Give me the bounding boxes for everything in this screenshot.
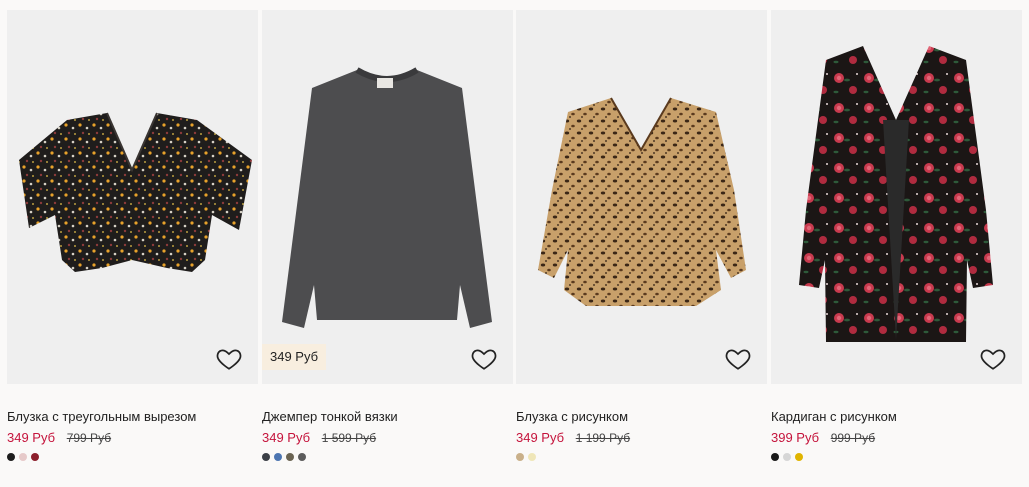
color-swatch[interactable]: [31, 453, 39, 461]
old-price: 1 599 Руб: [321, 431, 377, 445]
sale-price: 349 Руб: [7, 430, 56, 445]
heart-icon[interactable]: [725, 346, 751, 372]
product-card[interactable]: Блузка с рисунком 349 Руб 1 199 Руб: [516, 10, 767, 480]
product-card[interactable]: Блузка с треугольным вырезом 349 Руб 799…: [7, 10, 258, 480]
color-swatches: [516, 453, 536, 461]
product-prices: 349 Руб 1 599 Руб: [262, 430, 376, 445]
color-swatch[interactable]: [262, 453, 270, 461]
color-swatch[interactable]: [771, 453, 779, 461]
product-prices: 399 Руб 999 Руб: [771, 430, 875, 445]
color-swatch[interactable]: [19, 453, 27, 461]
heart-icon[interactable]: [980, 346, 1006, 372]
color-swatch[interactable]: [286, 453, 294, 461]
color-swatch[interactable]: [528, 453, 536, 461]
color-swatches: [262, 453, 306, 461]
sale-price: 349 Руб: [262, 430, 311, 445]
product-title[interactable]: Блузка с рисунком: [516, 409, 628, 424]
product-image[interactable]: [7, 10, 258, 384]
color-swatch[interactable]: [516, 453, 524, 461]
color-swatches: [771, 453, 803, 461]
product-image[interactable]: [516, 10, 767, 384]
grey-sweater-image: [282, 67, 492, 328]
old-price: 999 Руб: [830, 431, 876, 445]
product-grid: Блузка с треугольным вырезом 349 Руб 799…: [7, 10, 1022, 480]
product-card[interactable]: Кардиган с рисунком 399 Руб 999 Руб: [771, 10, 1022, 480]
heart-icon[interactable]: [471, 346, 497, 372]
product-title[interactable]: Джемпер тонкой вязки: [262, 409, 398, 424]
floral-cardigan-image: [799, 46, 993, 342]
product-image[interactable]: [771, 10, 1022, 384]
floral-blouse-image: [19, 112, 252, 272]
old-price: 1 199 Руб: [575, 431, 631, 445]
heart-icon[interactable]: [216, 346, 242, 372]
sale-price: 349 Руб: [516, 430, 565, 445]
product-prices: 349 Руб 799 Руб: [7, 430, 111, 445]
color-swatches: [7, 453, 39, 461]
color-swatch[interactable]: [274, 453, 282, 461]
product-image[interactable]: 349 Руб: [262, 10, 513, 384]
color-swatch[interactable]: [795, 453, 803, 461]
sale-price: 399 Руб: [771, 430, 820, 445]
product-card[interactable]: 349 Руб Джемпер тонкой вязки 349 Руб 1 5…: [262, 10, 513, 480]
product-title[interactable]: Блузка с треугольным вырезом: [7, 409, 196, 424]
price-badge: 349 Руб: [262, 344, 327, 370]
product-prices: 349 Руб 1 199 Руб: [516, 430, 630, 445]
leopard-blouse-image: [538, 97, 746, 306]
product-title[interactable]: Кардиган с рисунком: [771, 409, 897, 424]
color-swatch[interactable]: [298, 453, 306, 461]
color-swatch[interactable]: [783, 453, 791, 461]
color-swatch[interactable]: [7, 453, 15, 461]
old-price: 799 Руб: [66, 431, 112, 445]
